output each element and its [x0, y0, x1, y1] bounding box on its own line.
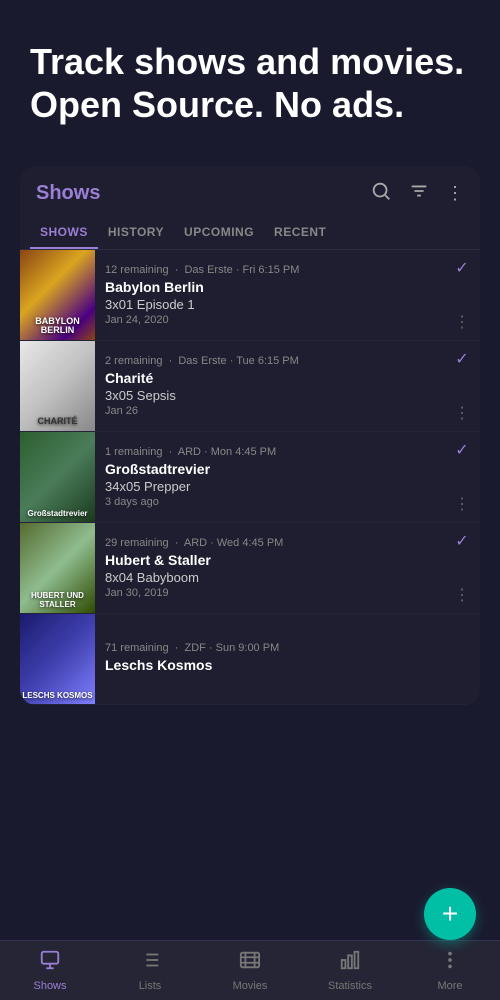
nav-label-shows: Shows	[33, 980, 66, 992]
poster-label: CHARITÉ	[22, 417, 93, 427]
show-item: LESCHS KOSMOS 71 remaining · ZDF · Sun 9…	[20, 614, 480, 705]
search-icon[interactable]	[370, 180, 392, 207]
nav-item-shows[interactable]: Shows	[0, 949, 100, 992]
show-actions: ✓ ⋮	[444, 341, 480, 431]
tab-recent[interactable]: RECENT	[264, 217, 336, 249]
tab-history[interactable]: HISTORY	[98, 217, 174, 249]
check-icon[interactable]: ✓	[455, 531, 468, 551]
show-name: Leschs Kosmos	[105, 657, 436, 673]
nav-label-statistics: Statistics	[328, 980, 372, 992]
show-date: 3 days ago	[105, 496, 436, 508]
show-info: 29 remaining · ARD · Wed 4:45 PM Hubert …	[95, 523, 444, 613]
show-meta: 12 remaining · Das Erste · Fri 6:15 PM	[105, 264, 436, 276]
show-poster: CHARITÉ	[20, 341, 95, 431]
statistics-nav-icon	[339, 949, 361, 977]
check-icon[interactable]: ✓	[455, 349, 468, 369]
show-episode: 3x01 Episode 1	[105, 297, 436, 312]
nav-label-lists: Lists	[139, 980, 162, 992]
check-icon[interactable]: ✓	[455, 258, 468, 278]
show-name: Großstadtrevier	[105, 461, 436, 477]
overflow-menu-icon[interactable]: ⋮	[446, 183, 464, 204]
show-poster: HUBERT UND STALLER	[20, 523, 95, 613]
nav-item-statistics[interactable]: Statistics	[300, 949, 400, 992]
nav-item-lists[interactable]: Lists	[100, 949, 200, 992]
show-episode: 3x05 Sepsis	[105, 388, 436, 403]
show-item: BABYLON BERLIN 12 remaining · Das Erste …	[20, 250, 480, 341]
show-actions: ✓ ⋮	[444, 432, 480, 522]
nav-label-movies: Movies	[233, 980, 268, 992]
tabs-bar: SHOWS HISTORY UPCOMING RECENT	[20, 217, 480, 250]
show-episode: 34x05 Prepper	[105, 479, 436, 494]
show-meta: 29 remaining · ARD · Wed 4:45 PM	[105, 537, 436, 549]
nav-item-more[interactable]: More	[400, 949, 500, 992]
show-info: 71 remaining · ZDF · Sun 9:00 PM Leschs …	[95, 614, 444, 704]
poster-label: LESCHS KOSMOS	[22, 692, 93, 701]
item-overflow-icon[interactable]: ⋮	[454, 494, 470, 514]
more-nav-icon	[439, 949, 461, 977]
show-episode: 8x04 Babyboom	[105, 570, 436, 585]
item-overflow-icon[interactable]: ⋮	[454, 312, 470, 332]
show-date: Jan 26	[105, 405, 436, 417]
poster-label: HUBERT UND STALLER	[22, 592, 93, 610]
show-meta: 71 remaining · ZDF · Sun 9:00 PM	[105, 642, 436, 654]
show-actions: ✓ ⋮	[444, 250, 480, 340]
nav-label-more: More	[437, 980, 462, 992]
check-icon[interactable]: ✓	[455, 440, 468, 460]
poster-label: Großstadtrevier	[22, 510, 93, 519]
show-meta: 2 remaining · Das Erste · Tue 6:15 PM	[105, 355, 436, 367]
lists-nav-icon	[139, 949, 161, 977]
app-card: Shows ⋮ SHOWS HISTORY UPCOMING RECENT	[20, 166, 480, 705]
header-icons: ⋮	[370, 180, 464, 207]
card-header: Shows ⋮	[20, 166, 480, 213]
show-item: Großstadtrevier 1 remaining · ARD · Mon …	[20, 432, 480, 523]
item-overflow-icon[interactable]: ⋮	[454, 585, 470, 605]
show-poster: BABYLON BERLIN	[20, 250, 95, 340]
tab-upcoming[interactable]: UPCOMING	[174, 217, 264, 249]
show-date: Jan 24, 2020	[105, 314, 436, 326]
show-actions: ✓ ⋮	[444, 523, 480, 613]
show-info: 12 remaining · Das Erste · Fri 6:15 PM B…	[95, 250, 444, 340]
show-name: Babylon Berlin	[105, 279, 436, 295]
hero-section: Track shows and movies. Open Source. No …	[0, 0, 500, 156]
show-info: 2 remaining · Das Erste · Tue 6:15 PM Ch…	[95, 341, 444, 431]
show-poster: Großstadtrevier	[20, 432, 95, 522]
bottom-navigation: Shows Lists Movies	[0, 940, 500, 1000]
show-item: HUBERT UND STALLER 29 remaining · ARD · …	[20, 523, 480, 614]
filter-icon[interactable]	[408, 180, 430, 207]
show-item: CHARITÉ 2 remaining · Das Erste · Tue 6:…	[20, 341, 480, 432]
item-overflow-icon[interactable]: ⋮	[454, 403, 470, 423]
show-meta: 1 remaining · ARD · Mon 4:45 PM	[105, 446, 436, 458]
show-actions	[444, 614, 480, 704]
add-fab-button[interactable]: +	[424, 888, 476, 940]
nav-item-movies[interactable]: Movies	[200, 949, 300, 992]
show-poster: LESCHS KOSMOS	[20, 614, 95, 704]
show-name: Hubert & Staller	[105, 552, 436, 568]
tab-shows[interactable]: SHOWS	[30, 217, 98, 249]
card-title: Shows	[36, 182, 100, 205]
show-name: Charité	[105, 370, 436, 386]
shows-nav-icon	[39, 949, 61, 977]
show-list: BABYLON BERLIN 12 remaining · Das Erste …	[20, 250, 480, 705]
movies-nav-icon	[239, 949, 261, 977]
show-date: Jan 30, 2019	[105, 587, 436, 599]
hero-title: Track shows and movies. Open Source. No …	[30, 40, 470, 126]
poster-label: BABYLON BERLIN	[22, 317, 93, 337]
show-info: 1 remaining · ARD · Mon 4:45 PM Großstad…	[95, 432, 444, 522]
